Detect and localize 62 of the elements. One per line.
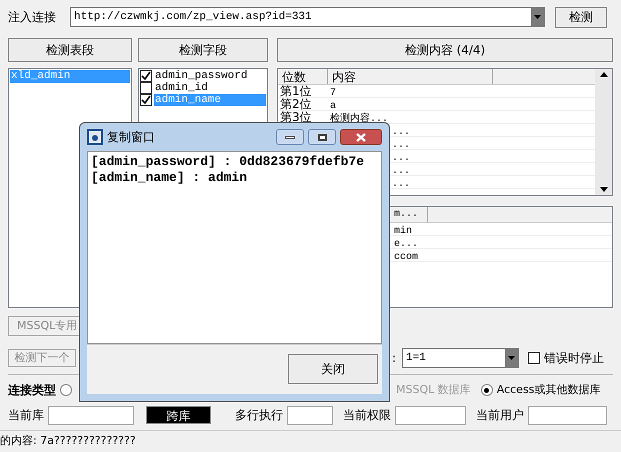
table-cell: ... bbox=[392, 178, 410, 191]
field-label: 当前权限 bbox=[343, 407, 391, 424]
table-cell: 第1位 bbox=[280, 84, 312, 98]
input-field[interactable] bbox=[395, 406, 466, 424]
copy-text-area[interactable]: [admin_password] : 0dd823679fdefb7e [admin_name] : admin bbox=[87, 151, 382, 344]
maximize-button[interactable] bbox=[308, 129, 336, 145]
caret-icon bbox=[534, 15, 541, 19]
table-cell: 7 bbox=[330, 87, 336, 100]
field-label: 多行执行 bbox=[235, 407, 283, 424]
dialog-close-button[interactable]: 关闭 bbox=[288, 354, 378, 384]
condition-combobox[interactable]: 1=1 bbox=[402, 348, 519, 368]
section-header[interactable]: 检测字段 bbox=[138, 38, 268, 62]
table-cell: ... bbox=[392, 126, 410, 139]
table-cell: ... bbox=[392, 152, 410, 165]
connection-option-label[interactable]: Access或其他数据库 bbox=[496, 382, 600, 398]
checkbox[interactable] bbox=[140, 70, 152, 82]
section-header[interactable]: 检测内容 (4/4) bbox=[277, 38, 613, 62]
status-text: 的内容: 7a?????????????? bbox=[0, 433, 136, 450]
field-list-item[interactable]: admin_id bbox=[154, 82, 266, 94]
radio-button[interactable] bbox=[480, 384, 493, 396]
caret-icon bbox=[508, 356, 515, 360]
table-cell: ... bbox=[392, 165, 410, 178]
field-list-item[interactable]: admin_password bbox=[154, 70, 266, 82]
close-button[interactable] bbox=[340, 129, 382, 145]
cross-database-button[interactable]: 跨库 bbox=[146, 406, 211, 424]
scroll-down-icon[interactable] bbox=[600, 187, 608, 192]
column-header[interactable]: 位数 bbox=[278, 69, 328, 84]
field-label: 当前库 bbox=[8, 407, 44, 424]
table-cell: 第3位 bbox=[280, 110, 312, 124]
column-header[interactable]: 内容 bbox=[328, 69, 493, 84]
stop-on-error-label[interactable]: 错误时停止 bbox=[544, 349, 604, 367]
url-combobox[interactable]: http://czwmkj.com/zp_view.asp?id=331 bbox=[70, 7, 545, 27]
app-icon bbox=[87, 129, 103, 145]
dropdown-button[interactable] bbox=[505, 349, 518, 367]
section-header[interactable]: 检测表段 bbox=[8, 38, 132, 62]
input-field[interactable] bbox=[528, 406, 607, 424]
table-cell: ccom bbox=[394, 252, 418, 263]
minimize-button[interactable] bbox=[276, 129, 304, 145]
url-label: 注入连接 bbox=[8, 9, 57, 26]
input-field[interactable] bbox=[48, 406, 134, 424]
close-icon bbox=[356, 132, 366, 142]
table-cell: min bbox=[394, 226, 412, 237]
connection-type-label: 连接类型 bbox=[8, 382, 56, 399]
table-cell: ... bbox=[392, 139, 410, 152]
checkbox[interactable] bbox=[140, 82, 152, 94]
table-cell: e... bbox=[394, 239, 418, 250]
dialog-title: 复制窗口 bbox=[107, 129, 156, 146]
checkbox[interactable] bbox=[140, 94, 152, 106]
text-line: [admin_name] : admin bbox=[91, 170, 248, 186]
scroll-up-icon[interactable] bbox=[600, 72, 608, 77]
table-cell: 第2位 bbox=[280, 97, 312, 111]
input-field[interactable] bbox=[287, 406, 333, 424]
table-cell: 检测内容... bbox=[330, 113, 388, 126]
text-line: [admin_password] : 0dd823679fdefb7e bbox=[91, 154, 366, 170]
dropdown-button[interactable] bbox=[531, 8, 544, 26]
radio-button[interactable] bbox=[60, 384, 72, 396]
field-label: 当前用户 bbox=[476, 407, 524, 424]
detect-button[interactable]: 检测 bbox=[555, 6, 607, 28]
checkbox[interactable] bbox=[528, 352, 540, 364]
condition-label: : bbox=[392, 350, 398, 367]
scrollbar[interactable] bbox=[595, 69, 612, 195]
table-cell-text: a bbox=[330, 100, 336, 112]
